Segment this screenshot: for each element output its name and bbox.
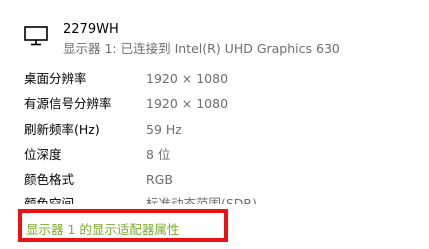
property-value: 59 Hz <box>146 122 182 137</box>
property-value: 1920 × 1080 <box>146 96 229 111</box>
property-row-refresh-rate: 刷新频率(Hz) 59 Hz <box>24 121 424 139</box>
property-value: 1920 × 1080 <box>146 71 229 86</box>
property-label: 位深度 <box>24 147 62 162</box>
property-row-color-format: 颜色格式 RGB <box>24 171 424 189</box>
monitor-connection-subtitle: 显示器 1: 已连接到 Intel(R) UHD Graphics 630 <box>63 41 340 56</box>
property-value: 标准动态范围(SDR) <box>146 196 257 204</box>
property-row-desktop-resolution: 桌面分辨率 1920 × 1080 <box>24 70 424 88</box>
property-value: RGB <box>146 172 173 187</box>
property-label: 桌面分辨率 <box>24 71 87 86</box>
property-row-bit-depth: 位深度 8 位 <box>24 146 424 164</box>
property-row-active-signal-resolution: 有源信号分辨率 1920 × 1080 <box>24 95 424 113</box>
property-label: 颜色空间 <box>24 196 75 204</box>
property-label: 有源信号分辨率 <box>24 96 112 111</box>
property-row-color-space: 颜色空间 标准动态范围(SDR) <box>24 195 424 204</box>
property-label: 颜色格式 <box>24 172 75 187</box>
monitor-icon <box>24 26 48 46</box>
property-label: 刷新频率(Hz) <box>24 122 100 137</box>
property-value: 8 位 <box>146 147 171 162</box>
display-adapter-properties-link[interactable]: 显示器 1 的显示适配器属性 <box>26 221 179 239</box>
monitor-name: 2279WH <box>63 22 119 37</box>
monitor-header: 2279WH 显示器 1: 已连接到 Intel(R) UHD Graphics… <box>24 20 424 60</box>
